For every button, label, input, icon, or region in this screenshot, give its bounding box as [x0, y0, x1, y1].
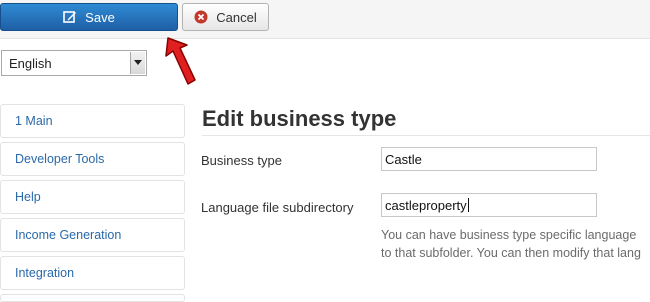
sidebar-item-label: 1 Main	[15, 114, 53, 128]
chevron-down-icon[interactable]	[130, 52, 145, 74]
language-select-value: English	[9, 56, 52, 71]
save-button[interactable]: Save	[0, 3, 178, 31]
language-subdir-input[interactable]: castleproperty	[381, 193, 597, 217]
sidebar-item-integration[interactable]: Integration	[0, 256, 185, 290]
help-line: You can have business type specific lang…	[381, 228, 637, 242]
sidebar-item-label: Income Generation	[15, 228, 122, 242]
help-line: to that subfolder. You can then modify t…	[381, 246, 641, 260]
help-text: You can have business type specific lang…	[381, 226, 641, 262]
language-subdir-label: Language file subdirectory	[201, 200, 354, 215]
sidebar-item-income-generation[interactable]: Income Generation	[0, 218, 185, 252]
save-label: Save	[85, 9, 115, 25]
title-divider	[202, 135, 650, 136]
business-type-label: Business type	[201, 153, 282, 168]
cancel-label: Cancel	[216, 9, 257, 25]
page-title: Edit business type	[202, 106, 397, 131]
cancel-icon	[194, 10, 208, 24]
language-select[interactable]: English	[1, 50, 147, 76]
sidebar-item-help[interactable]: Help	[0, 180, 185, 214]
sidebar-item-label: Help	[15, 190, 41, 204]
sidebar-item-main[interactable]: 1 Main	[0, 104, 185, 138]
business-type-value: Castle	[385, 152, 422, 167]
text-caret	[467, 198, 469, 212]
language-subdir-value: castleproperty	[385, 198, 467, 213]
sidebar-item-partial[interactable]	[0, 294, 185, 302]
cancel-button[interactable]: Cancel	[182, 3, 269, 31]
sidebar-item-label: Integration	[15, 266, 75, 280]
edit-icon	[63, 10, 77, 24]
toolbar: Save Cancel	[0, 0, 650, 39]
annotation-arrow-icon	[162, 34, 198, 97]
business-type-input[interactable]: Castle	[381, 147, 597, 171]
sidebar-item-label: Developer Tools	[15, 152, 105, 166]
sidebar-item-developer-tools[interactable]: Developer Tools	[0, 142, 185, 176]
